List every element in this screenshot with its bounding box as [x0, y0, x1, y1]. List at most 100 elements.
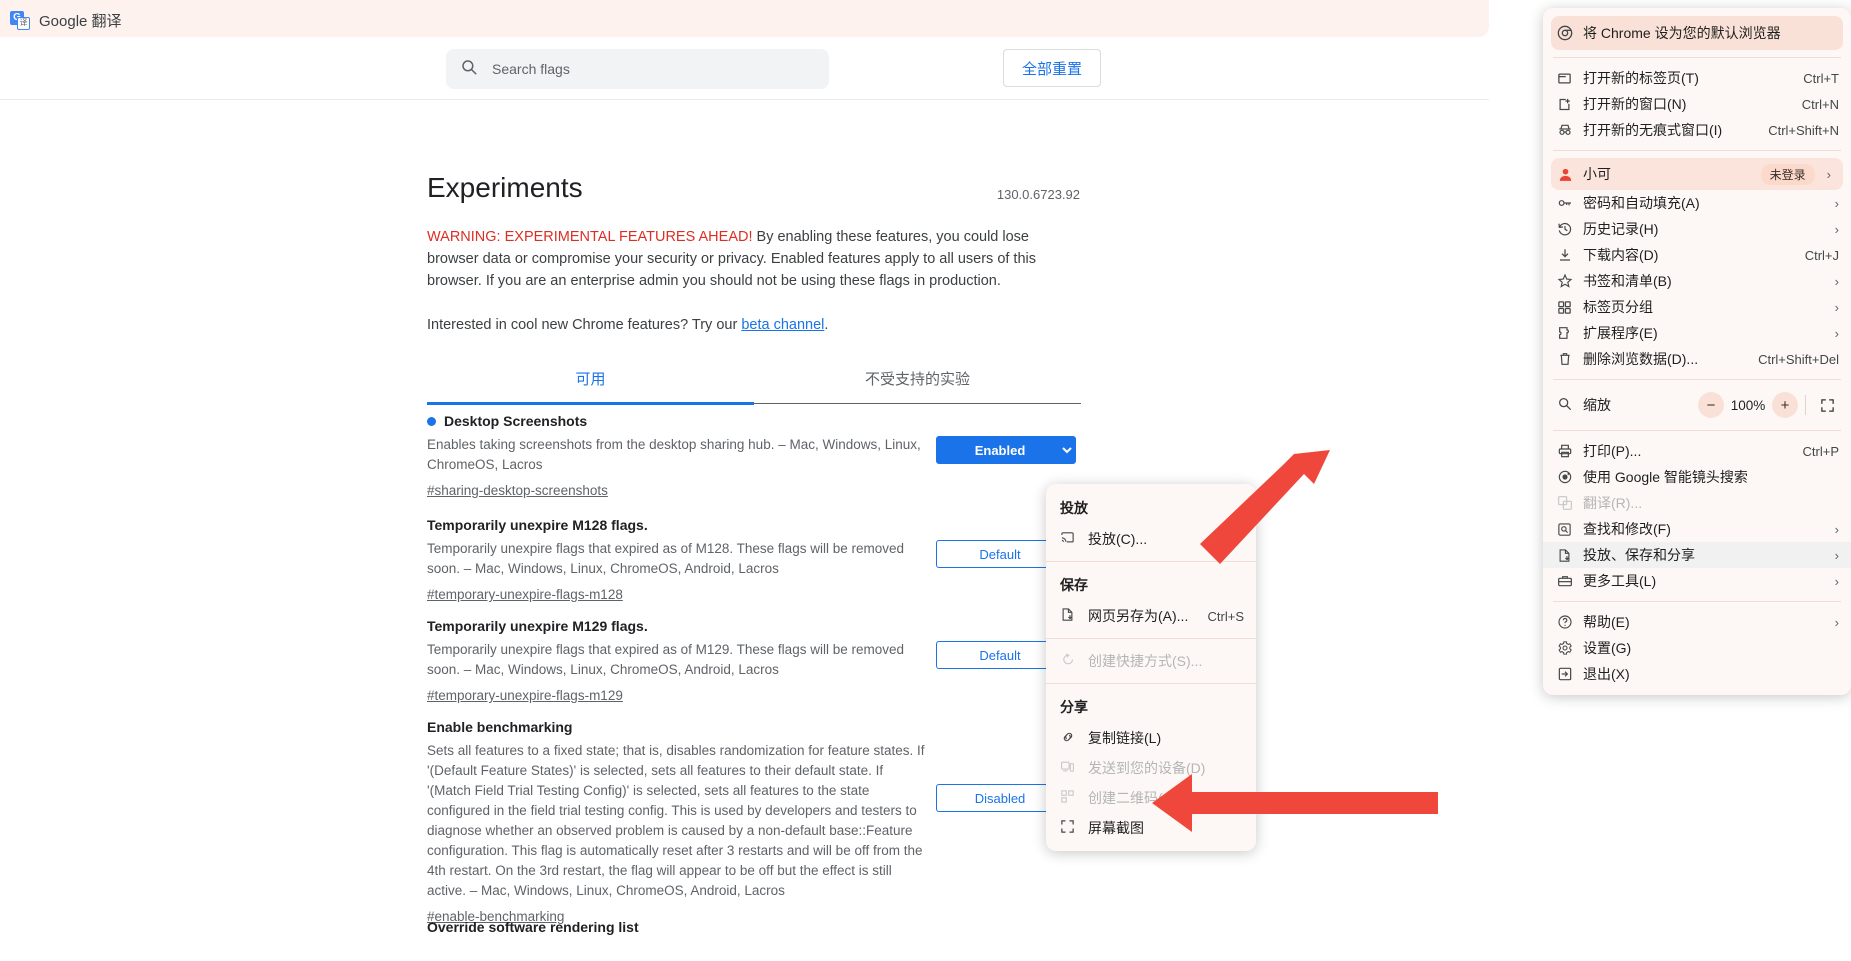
chevron-right-icon: › — [1834, 547, 1839, 563]
flag-anchor-link[interactable]: #sharing-desktop-screenshots — [427, 483, 608, 498]
star-icon — [1557, 273, 1583, 289]
zoom-level-value: 100% — [1730, 397, 1766, 413]
search-input[interactable] — [490, 60, 815, 78]
gear-icon — [1557, 640, 1583, 656]
menu-item-history[interactable]: 历史记录(H) › — [1543, 216, 1851, 242]
flag-row: Temporarily unexpire M129 flags. Tempora… — [427, 610, 1412, 711]
flag-description: Temporarily unexpire flags that expired … — [427, 541, 904, 576]
download-icon — [1557, 247, 1583, 263]
beta-channel-link[interactable]: beta channel — [741, 317, 824, 333]
menu-item-google-lens-search[interactable]: 使用 Google 智能镜头搜索 — [1543, 464, 1851, 490]
menu-item-new-incognito-window[interactable]: 打开新的无痕式窗口(I) Ctrl+Shift+N — [1543, 117, 1851, 143]
menu-item-label: 使用 Google 智能镜头搜索 — [1583, 469, 1748, 485]
menu-item-new-window[interactable]: 打开新的窗口(N) Ctrl+N — [1543, 91, 1851, 117]
menu-item-label: 书签和清单(B) — [1583, 273, 1672, 289]
menu-item-cast-save-share[interactable]: 投放、保存和分享 › — [1543, 542, 1851, 568]
puzzle-icon — [1557, 325, 1583, 341]
incognito-icon — [1557, 122, 1583, 138]
flag-title-row: Override software rendering list — [427, 919, 927, 935]
translate-bubble-bar: G译 Google 翻译 — [0, 0, 1489, 37]
submenu-divider — [1046, 683, 1256, 684]
flag-title-row: Temporarily unexpire M129 flags. — [427, 618, 927, 634]
submenu-item-label: 网页另存为(A)... — [1088, 608, 1189, 624]
search-flags-box[interactable] — [446, 49, 829, 89]
menu-item-find-and-edit[interactable]: 查找和修改(F) › — [1543, 516, 1851, 542]
menu-divider — [1553, 57, 1841, 58]
beta-prefix-text: Interested in cool new Chrome features? … — [427, 317, 742, 333]
menu-item-delete-browsing-data[interactable]: 删除浏览数据(D)... Ctrl+Shift+Del — [1543, 346, 1851, 372]
google-translate-chip[interactable]: G译 Google 翻译 — [10, 10, 122, 31]
submenu-section-header-save: 保存 — [1060, 577, 1088, 593]
key-icon — [1557, 195, 1583, 211]
menu-item-exit[interactable]: 退出(X) — [1543, 661, 1851, 687]
submenu-item-copy-link[interactable]: 复制链接(L) — [1046, 723, 1256, 753]
menu-item-accel: Ctrl+J — [1804, 247, 1839, 263]
tab-unsupported[interactable]: 不受支持的实验 — [754, 356, 1081, 403]
menu-item-help[interactable]: 帮助(E) › — [1543, 609, 1851, 635]
zoom-in-button[interactable]: + — [1772, 392, 1798, 418]
page-title: Experiments — [427, 172, 583, 203]
menu-item-more-tools[interactable]: 更多工具(L) › — [1543, 568, 1851, 594]
flag-anchor-link[interactable]: #temporary-unexpire-flags-m129 — [427, 688, 623, 703]
submenu-item-cast[interactable]: 投放(C)... — [1046, 524, 1256, 554]
fullscreen-icon[interactable] — [1813, 391, 1841, 419]
submenu-item-send-to-devices: 发送到您的设备(D) — [1046, 753, 1256, 783]
menu-item-new-tab[interactable]: 打开新的标签页(T) Ctrl+T — [1543, 65, 1851, 91]
menu-item-bookmarks-lists[interactable]: 书签和清单(B) › — [1543, 268, 1851, 294]
chevron-right-icon: › — [1834, 221, 1839, 237]
flag-anchor-link[interactable]: #temporary-unexpire-flags-m128 — [427, 587, 623, 602]
exit-icon — [1557, 666, 1583, 682]
menu-item-label: 投放、保存和分享 — [1583, 547, 1695, 563]
menu-item-label: 标签页分组 — [1583, 299, 1653, 315]
menu-item-label: 下载内容(D) — [1583, 247, 1659, 263]
flags-toolbar: 全部重置 — [0, 37, 1489, 100]
find-icon — [1557, 522, 1583, 537]
menu-item-downloads[interactable]: 下载内容(D) Ctrl+J — [1543, 242, 1851, 268]
warning-strong-text: WARNING: EXPERIMENTAL FEATURES AHEAD! — [427, 229, 753, 245]
menu-item-label: 查找和修改(F) — [1583, 521, 1671, 537]
shortcut-icon — [1060, 652, 1088, 670]
history-icon — [1557, 221, 1583, 237]
printer-icon — [1557, 443, 1583, 459]
menu-item-label: 删除浏览数据(D)... — [1583, 351, 1699, 367]
flag-row: Enable benchmarking Sets all features to… — [427, 711, 1412, 924]
chevron-right-icon: › — [1834, 299, 1839, 315]
menu-item-label: 密码和自动填充(A) — [1583, 195, 1700, 211]
menu-item-passwords-autofill[interactable]: 密码和自动填充(A) › — [1543, 190, 1851, 216]
lens-icon — [1557, 469, 1583, 485]
tab-available[interactable]: 可用 — [427, 356, 754, 405]
beta-paragraph: Interested in cool new Chrome features? … — [427, 314, 1081, 336]
translate-bar-label: Google 翻译 — [39, 13, 122, 30]
link-icon — [1060, 729, 1088, 748]
flag-text: Enable benchmarking Sets all features to… — [427, 719, 927, 924]
flag-name: Enable benchmarking — [427, 719, 573, 735]
menu-item-set-default-browser[interactable]: 将 Chrome 设为您的默认浏览器 — [1551, 16, 1843, 50]
menu-item-extensions[interactable]: 扩展程序(E) › — [1543, 320, 1851, 346]
profile-status-badge: 未登录 — [1760, 163, 1815, 185]
menu-item-settings[interactable]: 设置(G) — [1543, 635, 1851, 661]
submenu-item-screenshot[interactable]: 屏幕截图 — [1046, 813, 1256, 843]
zoom-out-button[interactable]: − — [1698, 392, 1724, 418]
chevron-right-icon: › — [1834, 195, 1839, 211]
cast-icon — [1060, 530, 1088, 548]
flag-row: Desktop Screenshots Enables taking scree… — [427, 405, 1412, 509]
chevron-right-icon: › — [1834, 521, 1839, 537]
flag-row: Temporarily unexpire M128 flags. Tempora… — [427, 509, 1412, 610]
menu-item-profile[interactable]: 小可 未登录 › — [1551, 158, 1843, 190]
toolbox-icon — [1557, 573, 1583, 589]
reset-all-button[interactable]: 全部重置 — [1003, 49, 1102, 87]
flag-name: Override software rendering list — [427, 919, 639, 935]
submenu-item-save-page-as[interactable]: 网页另存为(A)... Ctrl+S — [1046, 601, 1256, 631]
menu-divider — [1553, 150, 1841, 151]
menu-item-tab-groups[interactable]: 标签页分组 › — [1543, 294, 1851, 320]
flags-page: 全部重置 130.0.6723.92 Experiments WARNING: … — [0, 37, 1489, 954]
flag-title-row: Enable benchmarking — [427, 719, 927, 735]
menu-divider — [1553, 601, 1841, 602]
flag-state-select[interactable]: Enabled — [936, 436, 1076, 464]
beta-suffix-text: . — [824, 317, 829, 333]
menu-item-label: 扩展程序(E) — [1583, 325, 1658, 341]
screenshot-icon — [1060, 819, 1088, 837]
menu-item-print[interactable]: 打印(P)... Ctrl+P — [1543, 438, 1851, 464]
menu-item-accel: Ctrl+T — [1803, 70, 1839, 86]
submenu-section-header-cast: 投放 — [1060, 500, 1088, 516]
